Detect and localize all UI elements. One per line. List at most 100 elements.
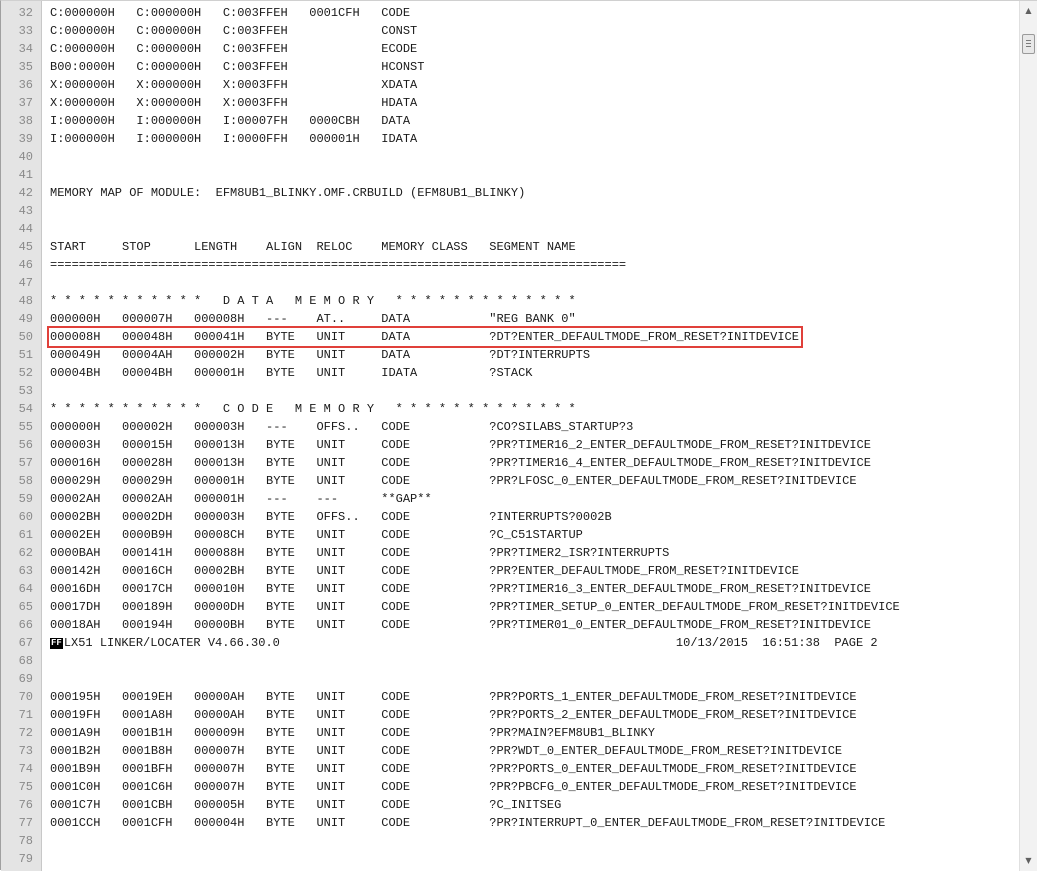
scrollbar-thumb[interactable]: [1022, 34, 1035, 54]
editor-line[interactable]: 67 FF LX51 LINKER/LOCATER V4.66.30.0 10/13…: [1, 634, 1019, 652]
editor-line[interactable]: 43: [1, 202, 1019, 220]
editor-line[interactable]: 45 START STOP LENGTH ALIGN RELOC MEMORY C…: [1, 238, 1019, 256]
line-number: 55: [18, 420, 33, 434]
scroll-down-icon[interactable]: ▼: [1020, 853, 1037, 869]
editor-line[interactable]: 56 000003H 000015H 000013H BYTE UNIT CODE…: [1, 436, 1019, 454]
editor-line[interactable]: 32 C:000000H C:000000H C:003FFEH 0001CFH …: [1, 4, 1019, 22]
editor-line[interactable]: 51 000049H 00004AH 000002H BYTE UNIT DATA…: [1, 346, 1019, 364]
editor-line[interactable]: 48 * * * * * * * * * * * D A T A M E M O …: [1, 292, 1019, 310]
editor-line[interactable]: 59 00002AH 00002AH 000001H --- --- **GAP*…: [1, 490, 1019, 508]
editor-line[interactable]: 61 00002EH 0000B9H 00008CH BYTE UNIT CODE…: [1, 526, 1019, 544]
editor-line[interactable]: 47: [1, 274, 1019, 292]
editor-line[interactable]: 79: [1, 850, 1019, 868]
line-number: 72: [18, 726, 33, 740]
line-text: 000049H 00004AH 000002H BYTE UNIT DATA ?…: [50, 348, 591, 362]
editor-line[interactable]: 36 X:000000H X:000000H X:0003FFH XDATA: [1, 76, 1019, 94]
line-text: 000000H 000007H 000008H --- AT.. DATA "R…: [50, 312, 576, 326]
editor-line[interactable]: 41: [1, 166, 1019, 184]
line-number: 36: [18, 78, 33, 92]
line-number: 34: [18, 42, 33, 56]
line-text: I:000000H I:000000H I:0000FFH 000001H ID…: [50, 132, 418, 146]
line-text: 000142H 00016CH 00002BH BYTE UNIT CODE ?…: [50, 564, 799, 578]
line-text-content: LX51 LINKER/LOCATER V4.66.30.0 10/13/201…: [63, 636, 878, 650]
editor-line[interactable]: 72 0001A9H 0001B1H 000009H BYTE UNIT CODE…: [1, 724, 1019, 742]
line-text: 0001C7H 0001CBH 000005H BYTE UNIT CODE ?…: [50, 798, 562, 812]
line-number: 75: [18, 780, 33, 794]
editor-line[interactable]: 62 0000BAH 000141H 000088H BYTE UNIT CODE…: [1, 544, 1019, 562]
editor-line[interactable]: 52 00004BH 00004BH 000001H BYTE UNIT IDAT…: [1, 364, 1019, 382]
line-number: 62: [18, 546, 33, 560]
form-feed-marker: FF: [50, 638, 63, 649]
editor-line[interactable]: 42 MEMORY MAP OF MODULE: EFM8UB1_BLINKY.O…: [1, 184, 1019, 202]
vertical-scrollbar[interactable]: ▲ ▼: [1019, 1, 1037, 871]
line-number: 46: [18, 258, 33, 272]
line-text: 00002AH 00002AH 000001H --- --- **GAP**: [50, 492, 432, 506]
editor-line[interactable]: 49 000000H 000007H 000008H --- AT.. DATA …: [1, 310, 1019, 328]
editor-line[interactable]: 46 ======================================…: [1, 256, 1019, 274]
line-text: C:000000H C:000000H C:003FFEH 0001CFH CO…: [50, 6, 411, 20]
line-text: I:000000H I:000000H I:00007FH 0000CBH DA…: [50, 114, 411, 128]
editor-line[interactable]: 40: [1, 148, 1019, 166]
editor-line[interactable]: 44: [1, 220, 1019, 238]
editor-line[interactable]: 71 00019FH 0001A8H 00000AH BYTE UNIT CODE…: [1, 706, 1019, 724]
line-text: 00002EH 0000B9H 00008CH BYTE UNIT CODE ?…: [50, 528, 583, 542]
line-text: 000008H 000048H 000041H BYTE UNIT DATA ?…: [47, 326, 803, 348]
editor-line[interactable]: 63 000142H 00016CH 00002BH BYTE UNIT CODE…: [1, 562, 1019, 580]
editor-line[interactable]: 70 000195H 00019EH 00000AH BYTE UNIT CODE…: [1, 688, 1019, 706]
line-text: 000000H 000002H 000003H --- OFFS.. CODE …: [50, 420, 634, 434]
line-text: * * * * * * * * * * * C O D E M E M O R …: [50, 402, 576, 416]
line-number: 76: [18, 798, 33, 812]
line-number: 43: [18, 204, 33, 218]
line-number: 35: [18, 60, 33, 74]
line-number: 38: [18, 114, 33, 128]
line-number: 39: [18, 132, 33, 146]
editor-line[interactable]: 58 000029H 000029H 000001H BYTE UNIT CODE…: [1, 472, 1019, 490]
line-number: 42: [18, 186, 33, 200]
line-number: 64: [18, 582, 33, 596]
line-text: B00:0000H C:000000H C:003FFEH HCONST: [50, 60, 425, 74]
editor-line[interactable]: 65 00017DH 000189H 00000DH BYTE UNIT CODE…: [1, 598, 1019, 616]
editor-line[interactable]: 57 000016H 000028H 000013H BYTE UNIT CODE…: [1, 454, 1019, 472]
editor-line[interactable]: 66 00018AH 000194H 00000BH BYTE UNIT CODE…: [1, 616, 1019, 634]
editor-line[interactable]: 54 * * * * * * * * * * * C O D E M E M O …: [1, 400, 1019, 418]
line-number: 40: [18, 150, 33, 164]
line-text: 000003H 000015H 000013H BYTE UNIT CODE ?…: [50, 438, 871, 452]
editor-line[interactable]: 34 C:000000H C:000000H C:003FFEH ECODE: [1, 40, 1019, 58]
line-text: 00018AH 000194H 00000BH BYTE UNIT CODE ?…: [50, 618, 871, 632]
editor-line[interactable]: 73 0001B2H 0001B8H 000007H BYTE UNIT CODE…: [1, 742, 1019, 760]
editor-line[interactable]: 69: [1, 670, 1019, 688]
editor-line[interactable]: 38 I:000000H I:000000H I:00007FH 0000CBH …: [1, 112, 1019, 130]
editor-line[interactable]: 50 000008H 000048H 000041H BYTE UNIT DATA…: [1, 326, 1019, 348]
line-number: 47: [18, 276, 33, 290]
text-editor[interactable]: 32 C:000000H C:000000H C:003FFEH 0001CFH …: [0, 0, 1037, 871]
line-number: 66: [18, 618, 33, 632]
line-number: 79: [18, 852, 33, 866]
scroll-up-icon[interactable]: ▲: [1020, 3, 1037, 19]
editor-line[interactable]: 68: [1, 652, 1019, 670]
editor-line[interactable]: 75 0001C0H 0001C6H 000007H BYTE UNIT CODE…: [1, 778, 1019, 796]
line-text: 00002BH 00002DH 000003H BYTE OFFS.. CODE…: [50, 510, 612, 524]
line-number: 41: [18, 168, 33, 182]
editor-line[interactable]: 64 00016DH 00017CH 000010H BYTE UNIT CODE…: [1, 580, 1019, 598]
editor-line[interactable]: 53: [1, 382, 1019, 400]
line-number: 63: [18, 564, 33, 578]
editor-line[interactable]: 78: [1, 832, 1019, 850]
editor-line[interactable]: 37 X:000000H X:000000H X:0003FFH HDATA: [1, 94, 1019, 112]
editor-line[interactable]: 39 I:000000H I:000000H I:0000FFH 000001H …: [1, 130, 1019, 148]
editor-line[interactable]: 76 0001C7H 0001CBH 000005H BYTE UNIT CODE…: [1, 796, 1019, 814]
editor-line[interactable]: 35 B00:0000H C:000000H C:003FFEH HCONST: [1, 58, 1019, 76]
line-number: 60: [18, 510, 33, 524]
line-number: 78: [18, 834, 33, 848]
line-number: 71: [18, 708, 33, 722]
editor-line[interactable]: 55 000000H 000002H 000003H --- OFFS.. COD…: [1, 418, 1019, 436]
line-number: 45: [18, 240, 33, 254]
editor-line[interactable]: 74 0001B9H 0001BFH 000007H BYTE UNIT CODE…: [1, 760, 1019, 778]
editor-line[interactable]: 77 0001CCH 0001CFH 000004H BYTE UNIT CODE…: [1, 814, 1019, 832]
grip-line: [1026, 46, 1031, 47]
line-text: FF LX51 LINKER/LOCATER V4.66.30.0 10/13/2…: [50, 634, 878, 652]
editor-line[interactable]: 33 C:000000H C:000000H C:003FFEH CONST: [1, 22, 1019, 40]
line-text: 00004BH 00004BH 000001H BYTE UNIT IDATA …: [50, 366, 533, 380]
line-text: 0001B2H 0001B8H 000007H BYTE UNIT CODE ?…: [50, 744, 843, 758]
grip-line: [1026, 40, 1031, 41]
editor-line[interactable]: 60 00002BH 00002DH 000003H BYTE OFFS.. CO…: [1, 508, 1019, 526]
